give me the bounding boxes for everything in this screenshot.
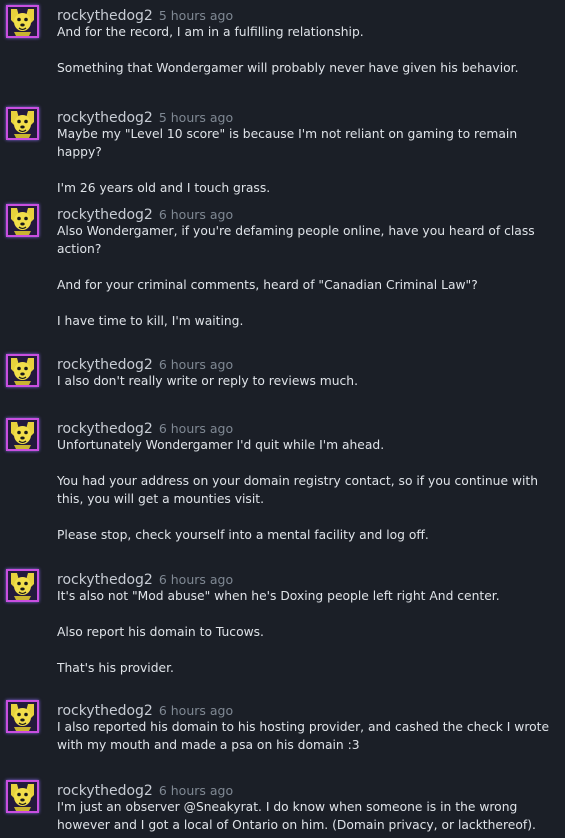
comment-thread: rockythedog2 5 hours ago And for the reco…: [0, 0, 565, 838]
comment-paragraph: I have time to kill, I'm waiting.: [57, 314, 244, 328]
comment-paragraph: Something that Wondergamer will probably…: [57, 61, 519, 75]
author-name[interactable]: rockythedog2: [57, 783, 153, 799]
author-name[interactable]: rockythedog2: [57, 110, 153, 126]
yellow-dog-avatar-icon: [8, 702, 37, 731]
comment-paragraph: Maybe my "Level 10 score" is because I'm…: [57, 127, 518, 159]
comment-header: rockythedog2 6 hours ago: [57, 780, 233, 800]
timestamp[interactable]: 6 hours ago: [159, 703, 233, 718]
comment-body: And for the record, I am in a fulfilling…: [57, 23, 557, 77]
timestamp[interactable]: 6 hours ago: [159, 783, 233, 798]
avatar[interactable]: [6, 780, 39, 813]
timestamp[interactable]: 6 hours ago: [159, 357, 233, 372]
timestamp[interactable]: 6 hours ago: [159, 207, 233, 222]
author-name[interactable]: rockythedog2: [57, 703, 153, 719]
comment-body: It's also not "Mod abuse" when he's Doxi…: [57, 587, 557, 677]
avatar[interactable]: [6, 569, 39, 602]
comment-header: rockythedog2 6 hours ago: [57, 204, 233, 224]
comment-paragraph: Also report his domain to Tucows.: [57, 625, 264, 639]
yellow-dog-avatar-icon: [8, 571, 37, 600]
comment-body: I'm just an observer @Sneakyrat. I do kn…: [57, 798, 557, 834]
avatar[interactable]: [6, 5, 39, 38]
yellow-dog-avatar-icon: [8, 206, 37, 235]
timestamp[interactable]: 5 hours ago: [159, 110, 233, 125]
comment-paragraph: I'm 26 years old and I touch grass.: [57, 181, 271, 195]
yellow-dog-avatar-icon: [8, 782, 37, 811]
avatar[interactable]: [6, 418, 39, 451]
comment-body: I also reported his domain to his hostin…: [57, 718, 557, 754]
author-name[interactable]: rockythedog2: [57, 8, 153, 24]
comment-paragraph: Unfortunately Wondergamer I'd quit while…: [57, 438, 385, 452]
comment-header: rockythedog2 6 hours ago: [57, 418, 233, 438]
comment-header: rockythedog2 6 hours ago: [57, 354, 233, 374]
comment-header: rockythedog2 5 hours ago: [57, 5, 233, 25]
comment-header: rockythedog2 6 hours ago: [57, 569, 233, 589]
comment-body: Unfortunately Wondergamer I'd quit while…: [57, 436, 557, 544]
yellow-dog-avatar-icon: [8, 420, 37, 449]
avatar[interactable]: [6, 700, 39, 733]
comment-paragraph: That's his provider.: [57, 661, 174, 675]
author-name[interactable]: rockythedog2: [57, 357, 153, 373]
comment-paragraph: I also reported his domain to his hostin…: [57, 720, 550, 752]
comment-paragraph: And for the record, I am in a fulfilling…: [57, 25, 364, 39]
yellow-dog-avatar-icon: [8, 109, 37, 138]
avatar[interactable]: [6, 354, 39, 387]
author-name[interactable]: rockythedog2: [57, 207, 153, 223]
comment-paragraph: You had your address on your domain regi…: [57, 474, 539, 506]
timestamp[interactable]: 6 hours ago: [159, 421, 233, 436]
avatar[interactable]: [6, 204, 39, 237]
comment-body: Maybe my "Level 10 score" is because I'm…: [57, 125, 557, 197]
author-name[interactable]: rockythedog2: [57, 572, 153, 588]
comment-paragraph: I also don't really write or reply to re…: [57, 374, 359, 388]
comment-header: rockythedog2 5 hours ago: [57, 107, 233, 127]
comment-paragraph: Please stop, check yourself into a menta…: [57, 528, 429, 542]
avatar[interactable]: [6, 107, 39, 140]
timestamp[interactable]: 5 hours ago: [159, 8, 233, 23]
comment-paragraph: I'm just an observer @Sneakyrat. I do kn…: [57, 800, 536, 832]
timestamp[interactable]: 6 hours ago: [159, 572, 233, 587]
author-name[interactable]: rockythedog2: [57, 421, 153, 437]
comment-body: Also Wondergamer, if you're defaming peo…: [57, 222, 557, 330]
comment-paragraph: Also Wondergamer, if you're defaming peo…: [57, 224, 535, 256]
comment-body: I also don't really write or reply to re…: [57, 372, 557, 390]
yellow-dog-avatar-icon: [8, 7, 37, 36]
yellow-dog-avatar-icon: [8, 356, 37, 385]
comment-paragraph: It's also not "Mod abuse" when he's Doxi…: [57, 589, 500, 603]
comment-paragraph: And for your criminal comments, heard of…: [57, 278, 478, 292]
comment-header: rockythedog2 6 hours ago: [57, 700, 233, 720]
